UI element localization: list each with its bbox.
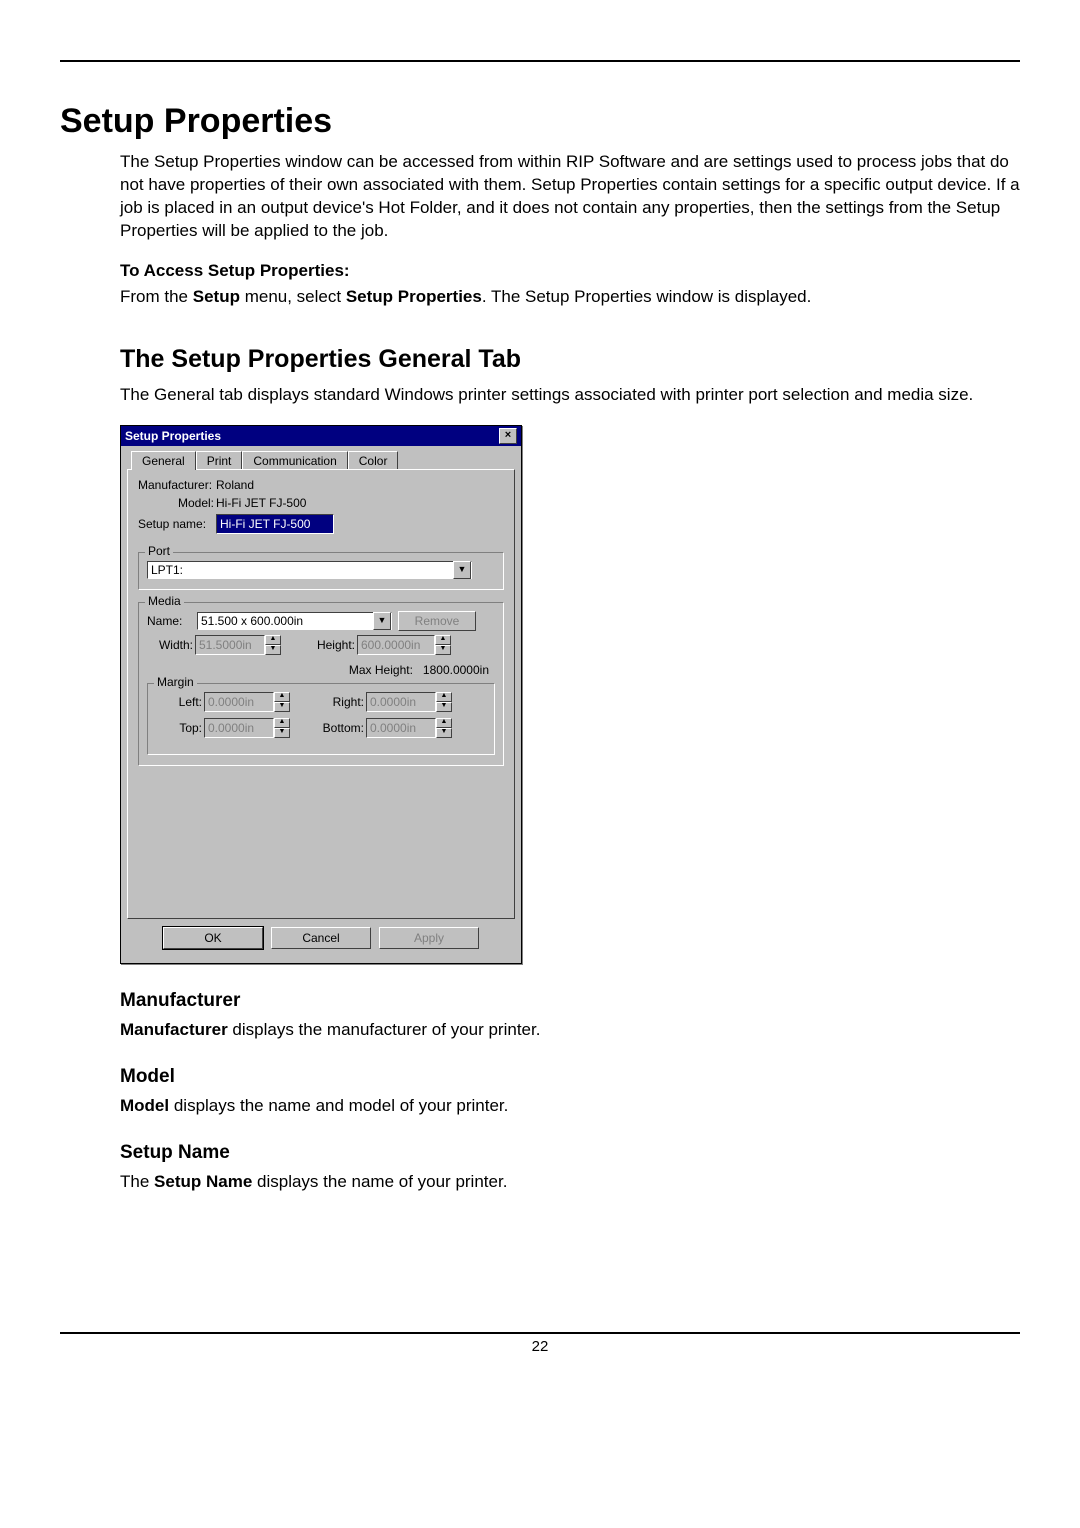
access-text-mid: menu, select [240, 287, 346, 306]
margin-left-spinner[interactable]: 0.0000in ▲▼ [204, 692, 290, 712]
dialog-button-row: OK Cancel Apply [127, 919, 515, 955]
media-name-combobox[interactable]: 51.500 x 600.000in ▼ [197, 612, 392, 630]
margin-top-spinner[interactable]: 0.0000in ▲▼ [204, 718, 290, 738]
setup-name-label: Setup name: [138, 517, 216, 531]
spin-up-icon: ▲ [435, 635, 451, 645]
margin-left-label: Left: [156, 695, 204, 709]
max-height-label: Max Height: [349, 663, 413, 677]
margin-right-spinner[interactable]: 0.0000in ▲▼ [366, 692, 452, 712]
tab-strip: General Print Communication Color [127, 450, 515, 469]
dialog-client-area: General Print Communication Color Manufa… [121, 446, 521, 963]
height-label: Height: [309, 638, 357, 652]
media-group: Media Name: 51.500 x 600.000in ▼ Remove … [138, 602, 504, 766]
close-icon: × [505, 429, 511, 441]
margin-bottom-spinner[interactable]: 0.0000in ▲▼ [366, 718, 452, 738]
spin-up-icon: ▲ [436, 718, 452, 728]
page-top-rule [60, 60, 1020, 62]
port-group: Port LPT1: ▼ [138, 552, 504, 590]
manufacturer-value: Roland [216, 478, 254, 492]
setup-name-input[interactable]: Hi-Fi JET FJ-500 [216, 514, 334, 534]
dialog-title: Setup Properties [125, 429, 221, 443]
spin-up-icon: ▲ [274, 718, 290, 728]
access-text-setup-properties: Setup Properties [346, 287, 482, 306]
manufacturer-label: Manufacturer: [138, 478, 216, 492]
access-text-pre: From the [120, 287, 193, 306]
media-name-value: 51.500 x 600.000in [201, 613, 373, 629]
spin-up-icon: ▲ [436, 692, 452, 702]
model-bold: Model [120, 1096, 169, 1115]
tab-color[interactable]: Color [348, 451, 399, 470]
model-label: Model: [138, 496, 216, 510]
spin-down-icon: ▼ [265, 645, 281, 655]
margin-bottom-value: 0.0000in [366, 718, 436, 738]
chevron-down-icon: ▼ [373, 612, 391, 630]
spin-down-icon: ▼ [436, 702, 452, 712]
media-name-label: Name: [147, 614, 197, 628]
close-button[interactable]: × [499, 428, 517, 444]
tab-general[interactable]: General [131, 451, 196, 470]
manufacturer-bold: Manufacturer [120, 1020, 228, 1039]
remove-button[interactable]: Remove [398, 611, 476, 631]
setup-name-pre: The [120, 1172, 154, 1191]
access-text-setup: Setup [193, 287, 240, 306]
manufacturer-desc: Manufacturer displays the manufacturer o… [120, 1020, 1020, 1040]
spin-down-icon: ▼ [435, 645, 451, 655]
access-text-post: . The Setup Properties window is display… [482, 287, 811, 306]
manufacturer-heading: Manufacturer [120, 990, 1020, 1012]
width-spinner[interactable]: 51.5000in ▲▼ [195, 635, 281, 655]
margin-top-label: Top: [156, 721, 204, 735]
spin-up-icon: ▲ [265, 635, 281, 645]
access-heading: To Access Setup Properties: [120, 261, 1020, 281]
port-combobox[interactable]: LPT1: ▼ [147, 561, 472, 579]
tab-communication[interactable]: Communication [242, 451, 347, 470]
margin-right-value: 0.0000in [366, 692, 436, 712]
chevron-down-icon: ▼ [453, 561, 471, 579]
page-title: Setup Properties [60, 102, 1020, 141]
height-value: 600.0000in [357, 635, 435, 655]
general-tab-heading: The Setup Properties General Tab [120, 345, 1020, 374]
apply-button[interactable]: Apply [379, 927, 479, 949]
port-value: LPT1: [151, 562, 453, 578]
tab-print[interactable]: Print [196, 451, 243, 470]
margin-left-value: 0.0000in [204, 692, 274, 712]
setup-name-text: displays the name of your printer. [252, 1172, 507, 1191]
model-heading: Model [120, 1066, 1020, 1088]
width-label: Width: [147, 638, 195, 652]
max-height-value: 1800.0000in [423, 663, 489, 677]
ok-button[interactable]: OK [163, 927, 263, 949]
dialog-titlebar[interactable]: Setup Properties × [121, 426, 521, 446]
intro-paragraph: The Setup Properties window can be acces… [120, 151, 1020, 243]
setup-name-bold: Setup Name [154, 1172, 252, 1191]
spin-up-icon: ▲ [274, 692, 290, 702]
cancel-button[interactable]: Cancel [271, 927, 371, 949]
margin-top-value: 0.0000in [204, 718, 274, 738]
manufacturer-text: displays the manufacturer of your printe… [228, 1020, 541, 1039]
margin-right-label: Right: [318, 695, 366, 709]
model-text: displays the name and model of your prin… [169, 1096, 508, 1115]
setup-properties-dialog: Setup Properties × General Print Communi… [120, 425, 522, 964]
setup-name-heading: Setup Name [120, 1142, 1020, 1164]
model-value: Hi-Fi JET FJ-500 [216, 496, 306, 510]
model-desc: Model displays the name and model of you… [120, 1096, 1020, 1116]
margin-group-title: Margin [154, 675, 197, 689]
page-footer: 22 [60, 1332, 1020, 1355]
tab-panel-general: Manufacturer: Roland Model: Hi-Fi JET FJ… [127, 469, 515, 919]
spin-down-icon: ▼ [274, 702, 290, 712]
general-tab-desc: The General tab displays standard Window… [120, 384, 1020, 407]
margin-bottom-label: Bottom: [318, 721, 366, 735]
width-value: 51.5000in [195, 635, 265, 655]
max-height-row: Max Height: 1800.0000in [147, 663, 489, 677]
page-number: 22 [532, 1338, 549, 1355]
port-group-title: Port [145, 544, 173, 558]
media-group-title: Media [145, 594, 184, 608]
margin-group: Margin Left: 0.0000in ▲▼ [147, 683, 495, 755]
spin-down-icon: ▼ [436, 728, 452, 738]
access-instruction: From the Setup menu, select Setup Proper… [120, 287, 1020, 307]
height-spinner[interactable]: 600.0000in ▲▼ [357, 635, 451, 655]
setup-name-desc: The Setup Name displays the name of your… [120, 1172, 1020, 1192]
spin-down-icon: ▼ [274, 728, 290, 738]
